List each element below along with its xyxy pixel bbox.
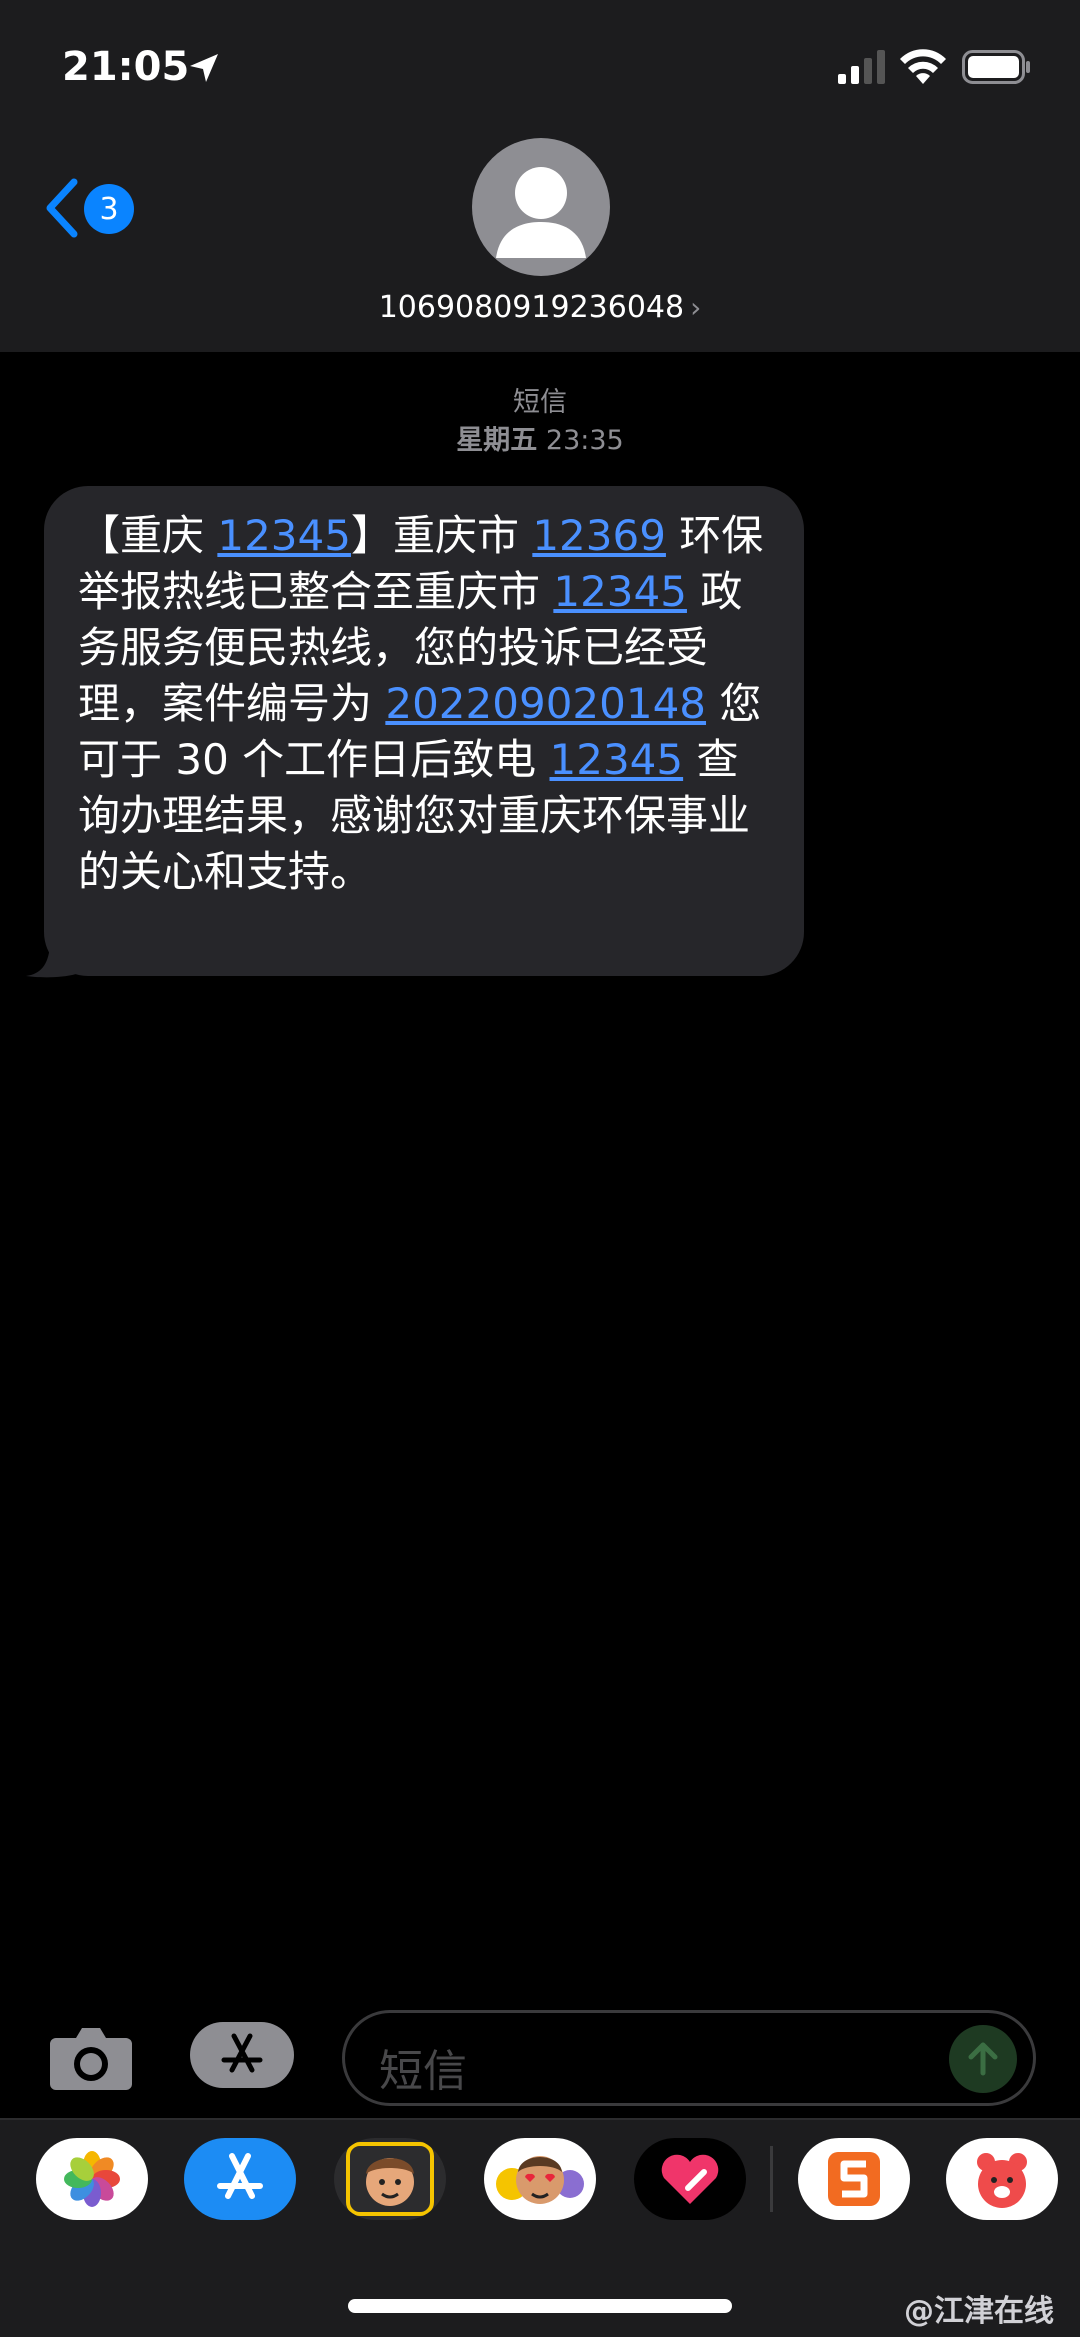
cellular-signal-icon <box>838 50 885 84</box>
message-text-segment: 】重庆市 <box>350 511 533 560</box>
divider <box>0 2118 1080 2120</box>
battery-icon <box>962 50 1030 84</box>
message-text: 【重庆 12345】重庆市 12369 环保举报热线已整合至重庆市 12345 … <box>78 508 774 900</box>
person-icon <box>496 167 586 258</box>
contact-name[interactable]: 1069080919236048 › <box>0 290 1080 325</box>
message-bubble[interactable]: 【重庆 12345】重庆市 12369 环保举报热线已整合至重庆市 12345 … <box>44 486 804 976</box>
heart-eyes-memoji-icon <box>496 2156 584 2204</box>
contact-number: 1069080919236048 <box>378 290 685 325</box>
animoji-stickers-icon[interactable] <box>484 2138 596 2220</box>
home-indicator[interactable] <box>348 2299 732 2313</box>
message-day: 星期五 <box>456 425 538 456</box>
status-bar: 21:05 <box>0 0 1080 130</box>
digital-touch-icon[interactable] <box>634 2138 746 2220</box>
sogou-s-icon <box>828 2152 880 2206</box>
memoji-face-icon <box>346 2142 434 2216</box>
app-store-icon[interactable] <box>184 2138 296 2220</box>
message-timestamp: 短信 星期五 23:35 <box>0 384 1080 460</box>
unread-count-badge: 3 <box>84 184 134 234</box>
memoji-icon[interactable] <box>334 2138 446 2220</box>
app-store-a-icon <box>217 2153 263 2199</box>
back-button[interactable]: 3 <box>44 178 144 238</box>
camera-button[interactable] <box>48 2022 134 2092</box>
service-label: 短信 <box>513 387 567 418</box>
bear-face-icon <box>977 2153 1027 2208</box>
chevron-left-icon <box>46 178 78 238</box>
apps-button[interactable] <box>190 2022 294 2088</box>
sogou-keyboard-icon[interactable] <box>798 2138 910 2220</box>
contact-avatar[interactable] <box>472 138 610 276</box>
message-time: 23:35 <box>545 425 624 456</box>
phone-link[interactable]: 12345 <box>550 735 684 784</box>
message-text-segment: 【重庆 <box>78 511 218 560</box>
app-store-glyph-icon <box>221 2033 263 2073</box>
message-input[interactable]: 短信 <box>342 2010 1036 2106</box>
wifi-icon <box>900 49 946 84</box>
watermark: @江津在线 <box>904 2294 1054 2329</box>
photos-app-icon[interactable] <box>36 2138 148 2220</box>
status-time: 21:05 <box>62 44 190 90</box>
location-arrow-icon <box>190 54 218 82</box>
send-button[interactable] <box>949 2025 1017 2093</box>
arrow-up-icon <box>968 2042 998 2076</box>
phone-link[interactable]: 202209020148 <box>385 679 706 728</box>
heart-icon <box>661 2154 719 2204</box>
bubble-tail <box>26 946 76 978</box>
chevron-right-icon: › <box>690 291 702 324</box>
photos-flower-icon <box>64 2151 120 2207</box>
phone-link[interactable]: 12345 <box>217 511 351 560</box>
phone-link[interactable]: 12369 <box>532 511 666 560</box>
phone-link[interactable]: 12345 <box>553 567 687 616</box>
input-placeholder: 短信 <box>379 2046 467 2097</box>
red-bear-app-icon[interactable] <box>946 2138 1058 2220</box>
drawer-separator <box>770 2146 773 2212</box>
